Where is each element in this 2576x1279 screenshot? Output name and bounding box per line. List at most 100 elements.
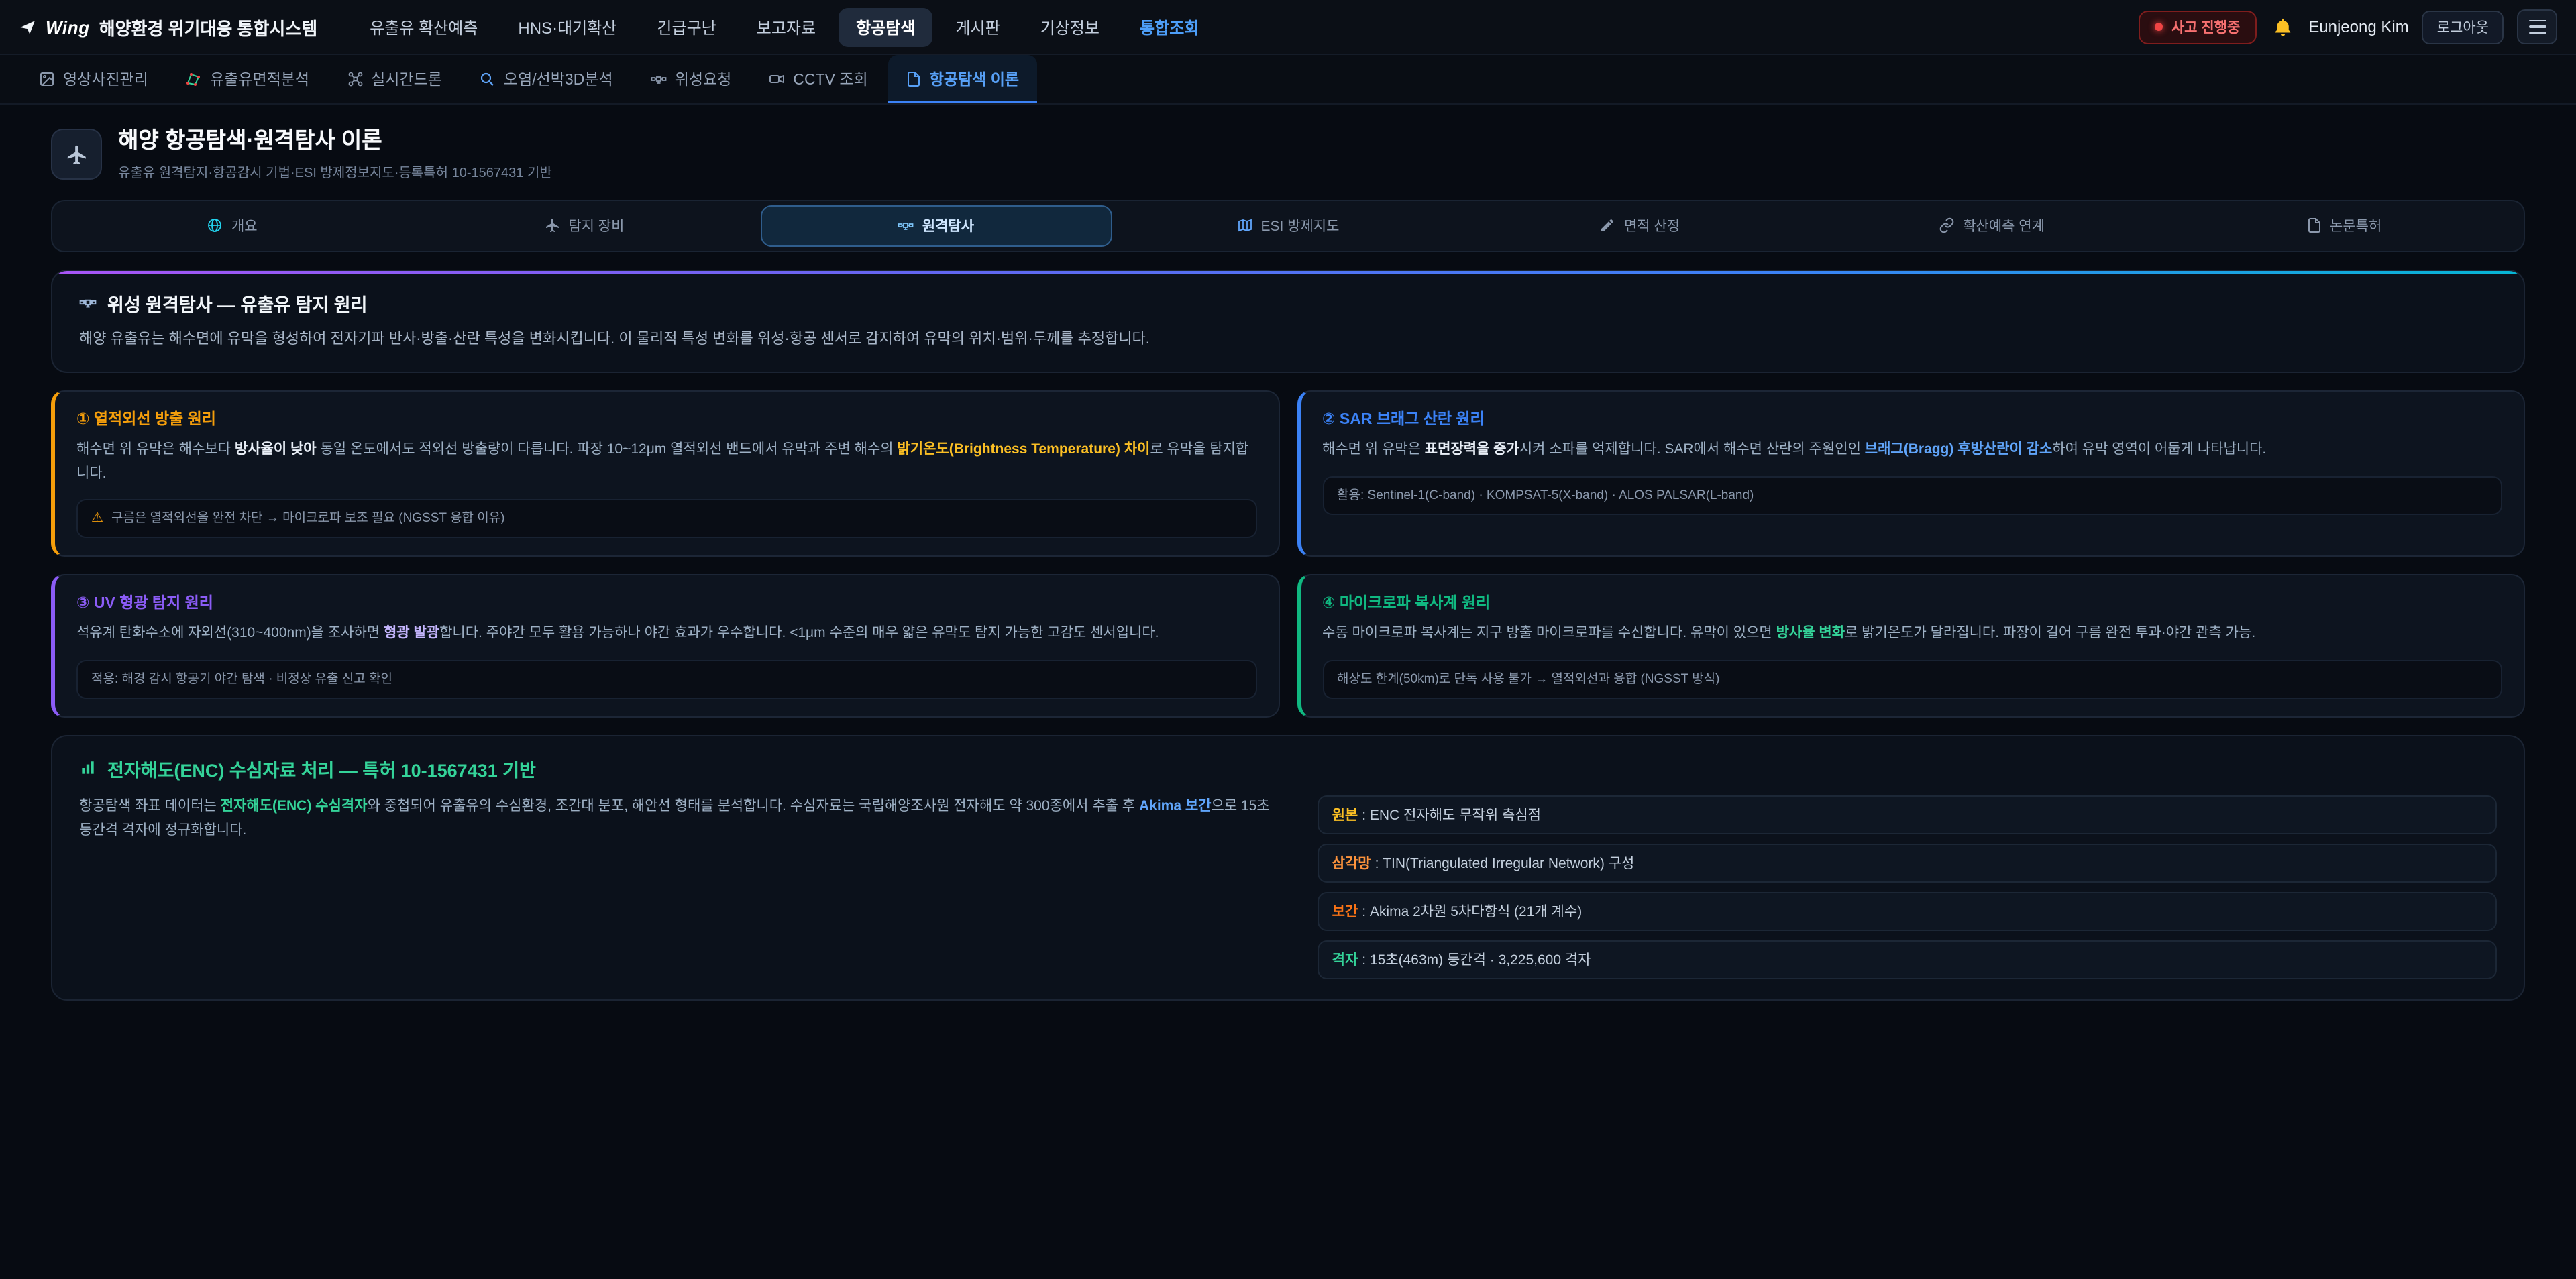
subnav-label: 오염/선박3D분석 [504,68,613,90]
subnav-item-realtime-drone[interactable]: 실시간드론 [329,55,460,103]
satellite-icon [79,294,97,312]
remote-sensing-intro-panel: 위성 원격탐사 — 유출유 탐지 원리 해양 유출유는 해수면에 유막을 형성하… [51,270,2525,374]
card-body: 석유계 탄화수소에 자외선(310~400nm)을 조사하면 형광 발광합니다.… [76,623,1256,647]
subnav-item-aerial-theory[interactable]: 항공탐색 이론 [888,55,1036,103]
map-icon [1236,218,1252,234]
subnav-item-satellite-request[interactable]: 위성요청 [633,55,749,103]
cctv-icon [769,71,785,87]
app-title: 해양환경 위기대응 통합시스템 [99,14,317,40]
nav-item-reports[interactable]: 보고자료 [739,7,833,46]
subnav-item-pollution-ship-3d[interactable]: 오염/선박3D분석 [462,55,631,103]
page-subtitle: 유출유 원격탐지·항공감시 기법·ESI 방제정보지도·등록특허 10-1567… [118,161,552,181]
tab-esi-map[interactable]: ESI 방제지도 [1112,205,1464,247]
incident-status-badge[interactable]: 사고 진행중 [2139,10,2256,44]
theory-tab-bar: 개요 탐지 장비 원격탐사 ESI 방제지도 면적 산정 [51,200,2525,252]
tab-overview[interactable]: 개요 [56,205,409,247]
card-body: 수동 마이크로파 복사계는 지구 방출 마이크로파를 수신합니다. 유막이 있으… [1322,623,2502,647]
satellite-icon [651,71,667,87]
satellite-icon [898,218,914,234]
enc-section-head: 전자해도(ENC) 수심자료 처리 — 특허 10-1567431 기반 [79,755,2497,782]
card-uv-fluorescence: ③ UV 형광 탐지 원리 석유계 탄화수소에 자외선(310~400nm)을 … [51,575,1279,718]
subnav-item-image-management[interactable]: 영상사진관리 [21,55,166,103]
incident-status-label: 사고 진행중 [2171,17,2240,37]
nav-item-weather-info[interactable]: 기상정보 [1023,7,1117,46]
card-title: ① 열적외선 방출 원리 [76,408,1256,430]
subnav-label: 영상사진관리 [63,68,148,90]
nav-item-oil-spill-prediction[interactable]: 유출유 확산예측 [352,7,495,46]
section-intro-text: 해양 유출유는 해수면에 유막을 형성하여 전자기파 반사·방출·산란 특성을 … [79,329,2497,352]
nav-item-emergency-rescue[interactable]: 긴급구난 [639,7,733,46]
tab-papers-patents[interactable]: 논문특허 [2167,205,2520,247]
enc-description: 항공탐색 좌표 데이터는 전자해도(ENC) 수심격자와 중첩되어 유출유의 수… [79,795,1283,843]
enc-row-text: : TIN(Triangulated Irregular Network) 구성 [1375,856,1635,872]
subnav-label: 실시간드론 [371,68,442,90]
enc-row: 격자: 15초(463m) 등간격 · 3,225,600 격자 [1318,940,2497,979]
nav-item-board[interactable]: 게시판 [938,7,1017,46]
pencil-icon [1600,218,1616,234]
tab-label: 논문특허 [2330,216,2381,236]
card-title: ③ UV 형광 탐지 원리 [76,592,1256,614]
subnav-item-cctv[interactable]: CCTV 조회 [751,55,885,103]
enc-row-text: : 15초(463m) 등간격 · 3,225,600 격자 [1362,952,1591,968]
tab-detection-equipment[interactable]: 탐지 장비 [409,205,761,247]
enc-row-label: 격자 [1332,952,1358,968]
magnifier-icon [480,71,496,87]
nav-item-aerial-search[interactable]: 항공탐색 [839,7,932,46]
tab-label: 확산예측 연계 [1963,216,2045,236]
card-note-text: 적용: 해경 감시 항공기 야간 탐색 · 비정상 유출 신고 확인 [91,670,392,688]
tab-label: ESI 방제지도 [1260,216,1339,236]
card-thermal-infrared: ① 열적외선 방출 원리 해수면 위 유막은 해수보다 방사율이 낮아 동일 온… [51,391,1279,557]
card-note-text: 활용: Sentinel-1(C-band) · KOMPSAT-5(X-ban… [1337,486,1754,504]
drone-icon [347,71,363,87]
tab-diffusion-link[interactable]: 확산예측 연계 [1816,205,2168,247]
card-note: ⚠ 구름은 열적외선을 완전 차단 → 마이크로파 보조 필요 (NGSST 융… [76,499,1256,539]
tab-label: 탐지 장비 [568,216,624,236]
enc-row: 원본: ENC 전자해도 무작위 측심점 [1318,795,2497,834]
nav-item-integrated-search[interactable]: 통합조회 [1122,7,1216,46]
app-root: Wing 해양환경 위기대응 통합시스템 유출유 확산예측 HNS·대기확산 긴… [0,0,2576,1279]
subnav-label: 항공탐색 이론 [930,68,1019,90]
tab-remote-sensing[interactable]: 원격탐사 [760,205,1112,247]
card-note: 적용: 해경 감시 항공기 야간 탐색 · 비정상 유출 신고 확인 [76,659,1256,699]
page-title: 해양 항공탐색·원격탐사 이론 [118,129,552,156]
enc-row: 보간: Akima 2차원 5차다항식 (21개 계수) [1318,892,2497,931]
document-icon [906,71,922,87]
notifications-button[interactable] [2269,14,2295,40]
card-note-text: 구름은 열적외선을 완전 차단 → 마이크로파 보조 필요 (NGSST 융합 … [111,510,505,528]
tab-area-calculation[interactable]: 면적 산정 [1464,205,1816,247]
principle-cards-grid: ① 열적외선 방출 원리 해수면 위 유막은 해수보다 방사율이 낮아 동일 온… [51,391,2525,718]
nav-item-hns-air-diffusion[interactable]: HNS·대기확산 [500,7,634,46]
subnav-item-oil-area-analysis[interactable]: 유출유면적분석 [168,55,327,103]
section-title: 위성 원격탐사 — 유출유 탐지 원리 [107,290,367,317]
card-title: ④ 마이크로파 복사계 원리 [1322,592,2502,614]
tab-label: 면적 산정 [1624,216,1680,236]
page-header: 해양 항공탐색·원격탐사 이론 유출유 원격탐지·항공감시 기법·ESI 방제정… [0,105,2576,194]
bell-icon [2272,17,2292,37]
incident-dot-icon [2155,23,2163,31]
enc-row-label: 보간 [1332,904,1358,920]
card-note: 활용: Sentinel-1(C-band) · KOMPSAT-5(X-ban… [1322,476,2502,515]
subnav-label: 위성요청 [675,68,732,90]
main-nav: 유출유 확산예측 HNS·대기확산 긴급구난 보고자료 항공탐색 게시판 기상정… [352,7,1216,46]
brand[interactable]: Wing 해양환경 위기대응 통합시스템 [19,14,317,40]
card-note: 해상도 한계(50km)로 단독 사용 불가 → 열적외선과 융합 (NGSST… [1322,659,2502,699]
wing-logo-icon [19,18,36,36]
warning-icon: ⚠ [91,512,103,525]
hamburger-menu-button[interactable] [2517,9,2557,44]
enc-row-text: : Akima 2차원 5차다항식 (21개 계수) [1362,904,1582,920]
tab-label: 원격탐사 [922,216,974,236]
card-title: ② SAR 브래그 산란 원리 [1322,408,2502,430]
tab-label: 개요 [231,216,258,236]
brand-logo-text: Wing [46,17,90,37]
card-microwave-radiometer: ④ 마이크로파 복사계 원리 수동 마이크로파 복사계는 지구 방출 마이크로파… [1297,575,2525,718]
enc-content: 항공탐색 좌표 데이터는 전자해도(ENC) 수심격자와 중첩되어 유출유의 수… [79,795,2497,979]
card-body: 해수면 위 유막은 표면장력을 증가시켜 소파를 억제합니다. SAR에서 해수… [1322,439,2502,463]
card-note-text: 해상도 한계(50km)로 단독 사용 불가 → 열적외선과 융합 (NGSST… [1337,670,1719,688]
enc-steps-list: 원본: ENC 전자해도 무작위 측심점 삼각망: TIN(Triangulat… [1318,795,2497,979]
enc-row: 삼각망: TIN(Triangulated Irregular Network)… [1318,844,2497,883]
enc-row-text: : ENC 전자해도 무작위 측심점 [1362,808,1541,824]
sub-nav: 영상사진관리 유출유면적분석 실시간드론 오염/선박3D분석 위성요청 [0,55,2576,105]
polygon-area-icon [186,71,202,87]
section-title: 전자해도(ENC) 수심자료 처리 — 특허 10-1567431 기반 [107,755,536,782]
logout-button[interactable]: 로그아웃 [2422,10,2504,44]
